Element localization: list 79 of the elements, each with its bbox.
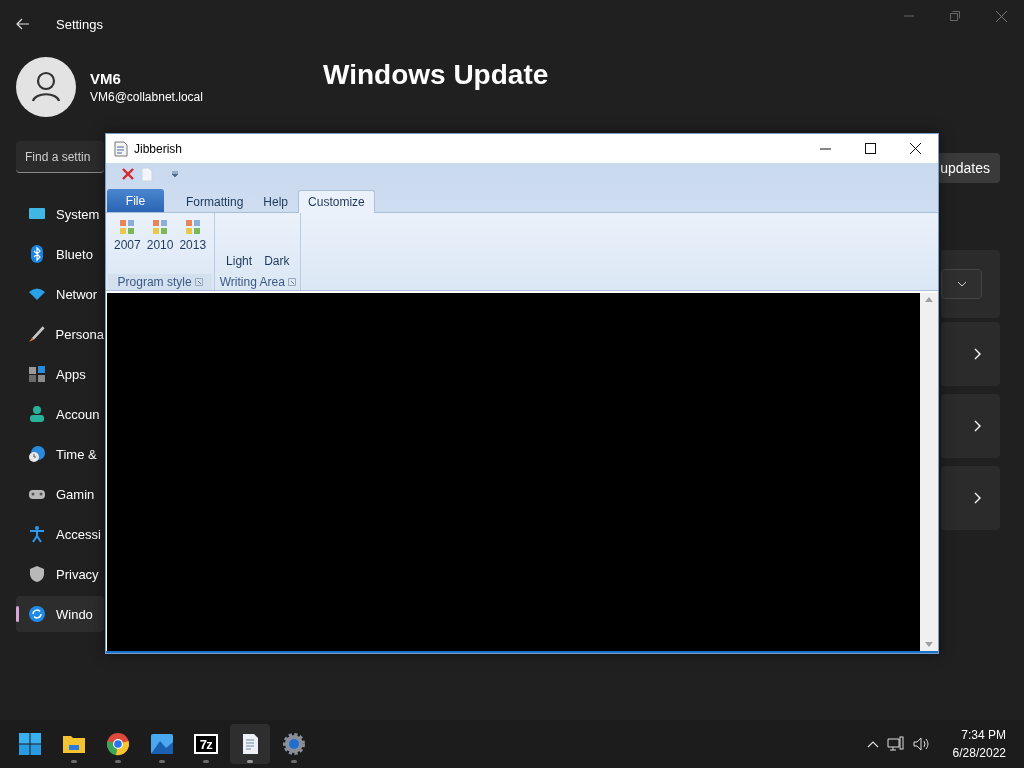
style-button[interactable]: 2013 [177,219,209,252]
theme-button[interactable]: Light [221,252,258,270]
style-icon [152,219,169,235]
archiver-logo: 7z [194,734,218,754]
clock-time[interactable]: 7:34 PM [961,728,1006,742]
bluetooth-icon [28,245,46,263]
running-indicator [291,760,297,763]
selection-indicator [16,606,19,622]
running-indicator [159,760,165,763]
scroll-up-icon[interactable] [925,297,933,302]
running-indicator [71,760,77,763]
nav-item[interactable]: Time & [16,436,104,472]
nav-item[interactable]: Accessi [16,516,104,552]
delete-icon[interactable] [121,167,135,181]
theme-button[interactable]: Dark [259,252,295,270]
brush-icon [28,325,46,343]
photos-icon [150,732,174,756]
nav-item[interactable]: Privacy [16,556,104,592]
nav-item[interactable]: Gamin [16,476,104,512]
minimize-icon [820,147,831,150]
gear-icon [282,732,306,756]
ribbon-tab[interactable]: Help [253,190,299,213]
nav-item[interactable]: Windo [16,596,104,632]
nav-item[interactable]: Apps [16,356,104,392]
accessibility-icon [28,525,46,543]
running-indicator [203,760,209,763]
clock-icon [28,445,46,463]
chevron-down-icon [956,281,967,287]
avatar-icon [16,57,76,117]
page-title: Windows Update [323,58,550,92]
group-label: Writing Area [219,275,285,289]
taskbar-button[interactable] [230,724,270,764]
check-updates-button[interactable]: updates [936,153,1000,183]
window-title: Settings [56,16,103,32]
style-button[interactable]: 2007 [112,219,143,252]
scroll-down-icon[interactable] [925,642,933,647]
notepad-icon [114,140,128,157]
start-icon [18,732,42,756]
taskbar-button[interactable]: 7z [186,724,226,764]
style-icon [119,219,136,235]
browser-icon [106,732,130,756]
file-menu-button[interactable]: File [107,189,164,212]
close-icon [910,143,921,154]
chevron-right-icon [974,492,982,504]
scrollbar[interactable] [920,293,938,651]
person-icon [28,405,46,423]
nav-item[interactable]: Networ [16,276,104,312]
dropdown-arrow-icon[interactable] [171,171,179,177]
chevron-up-icon[interactable] [866,740,879,748]
minimize-icon [904,15,914,17]
running-indicator [115,760,121,763]
apps-icon [28,365,46,383]
restore-icon [950,11,960,21]
shield-icon [28,565,46,583]
group-label: Program style [117,275,192,289]
chevron-right-icon [974,348,982,360]
user-email: VM6@collabnet.local [90,90,203,104]
close-icon [995,10,1007,22]
nav-item[interactable]: Accoun [16,396,104,432]
style-icon [184,219,201,235]
dialog-launcher-icon[interactable] [287,278,296,286]
window-title: Jibberish [134,141,183,156]
ribbon-tab[interactable]: Customize [298,190,375,213]
network-icon[interactable] [886,736,905,752]
dialog-launcher-icon[interactable] [194,278,203,286]
maximize-icon [865,143,876,154]
chevron-right-icon [974,420,982,432]
sync-icon [28,605,46,623]
style-button[interactable]: 2010 [144,219,176,252]
user-name: VM6 [90,70,122,87]
speaker-icon[interactable] [912,737,931,751]
ribbon-tab[interactable]: Formatting [176,190,254,213]
search-field[interactable]: Find a settin [16,141,104,173]
running-indicator [247,760,253,763]
clock-date[interactable]: 6/28/2022 [952,746,1006,760]
nav-item[interactable]: System [16,196,104,232]
nav-item[interactable]: Blueto [16,236,104,272]
back-arrow-icon[interactable] [16,18,30,30]
nav-item[interactable]: Persona [16,316,104,352]
